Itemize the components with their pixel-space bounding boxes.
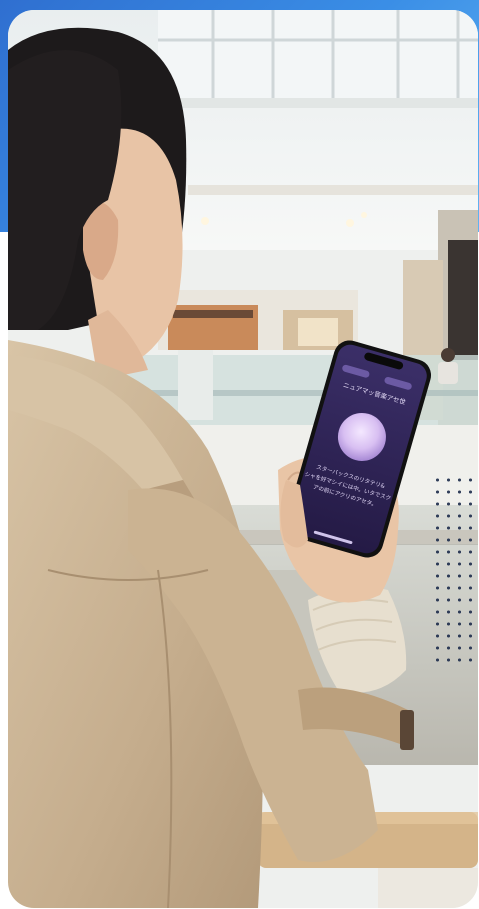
mall-photo: ニュアマッ音楽アセ世 スターバックスのリタテリ& シャを好マシイには中。いタでス… [8,10,478,908]
photo-card: ニュアマッ音楽アセ世 スターバックスのリタテリ& シャを好マシイには中。いタでス… [8,10,478,908]
dot-pattern [432,474,478,668]
